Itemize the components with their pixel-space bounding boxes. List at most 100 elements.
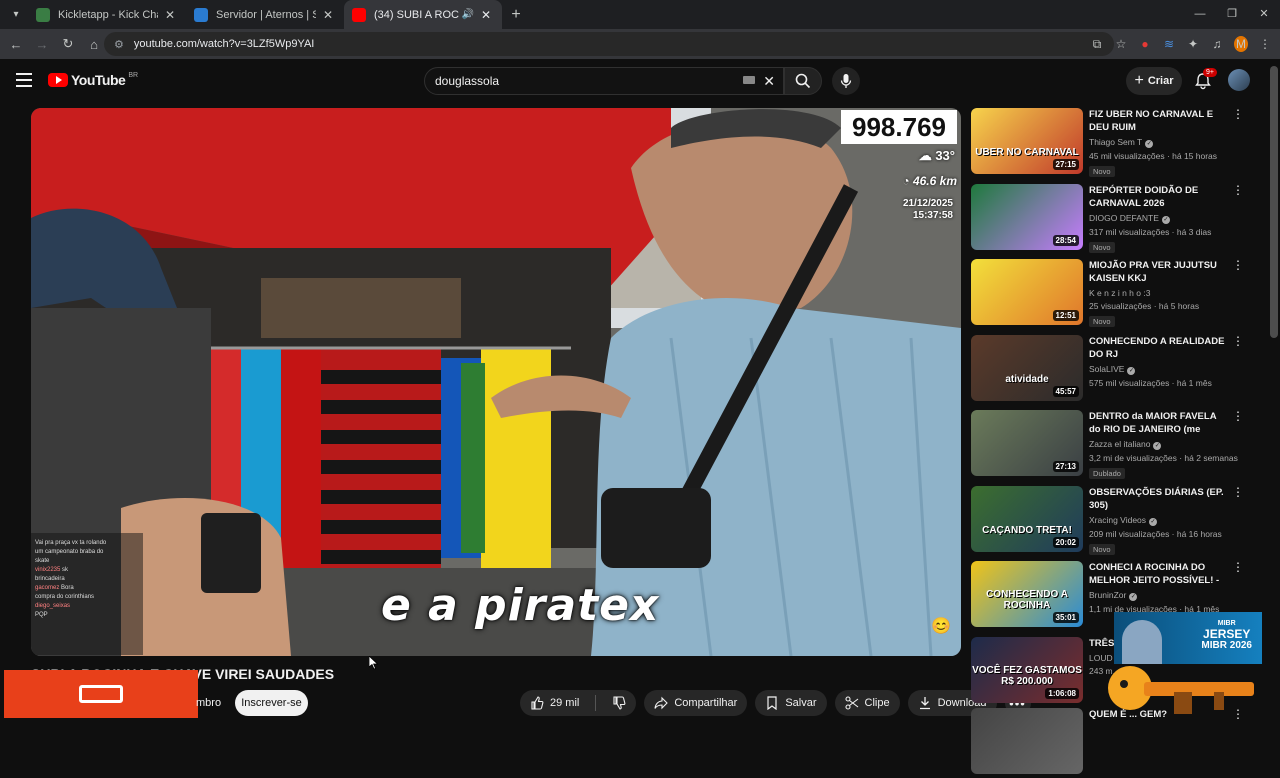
tab-close-icon[interactable]: ✕ [478, 8, 494, 22]
extension-wave-icon[interactable]: ≋ [1162, 37, 1176, 51]
extension-red-icon[interactable]: ● [1138, 37, 1152, 51]
back-icon[interactable]: ← [4, 37, 28, 52]
recommendation-card[interactable]: 12:51 MIOJÃO PRA VER JUJUTSU KAISEN KKJ K … [970, 259, 1260, 329]
search-input[interactable]: douglassola ✕ [424, 67, 784, 95]
more-options-icon[interactable]: ⋮ [1232, 259, 1244, 271]
video-thumbnail[interactable]: VOCÊ FEZ GASTAMOS R$ 200.000 1:06:08 [971, 637, 1083, 703]
dislike-button[interactable] [602, 690, 636, 716]
maximize-icon[interactable]: ❐ [1216, 0, 1248, 29]
more-options-icon[interactable]: ⋮ [1232, 108, 1244, 120]
more-options-icon[interactable]: ⋮ [1232, 184, 1244, 196]
video-title[interactable]: DENTRO da MAIOR FAVELA do RIO DE JANEIRO… [1089, 410, 1229, 436]
verified-check-icon: ✓ [1129, 593, 1138, 601]
home-icon[interactable]: ⌂ [82, 37, 106, 52]
tab-close-icon[interactable]: ✕ [320, 8, 336, 22]
more-options-icon[interactable]: ⋮ [1232, 410, 1244, 422]
channel-name[interactable]: Thiago Sem T ✓ [1089, 137, 1229, 148]
video-thumbnail[interactable]: atividade 45:57 [971, 335, 1083, 401]
video-thumbnail[interactable]: 27:13 [971, 410, 1083, 476]
video-meta: OBSERVAÇÕES DIÁRIAS (EP. 305) Xracing Vid… [1089, 486, 1229, 557]
recommendation-card[interactable]: 27:13 DENTRO da MAIOR FAVELA do RIO DE JA… [970, 410, 1260, 480]
channel-name[interactable]: SolaLIVE ✓ [1089, 364, 1229, 375]
recommendation-card[interactable]: atividade 45:57 CONHECENDO A REALIDADE DO … [970, 335, 1260, 405]
page-scrollbar[interactable] [1270, 66, 1278, 338]
save-button[interactable]: Salvar [755, 690, 827, 716]
video-title[interactable]: CONHECI A ROCINHA DO MELHOR JEITO POSSÍV… [1089, 561, 1229, 587]
profile-avatar[interactable]: M [1234, 36, 1248, 52]
create-button[interactable]: + Criar [1126, 67, 1182, 95]
tab-search-button[interactable]: ▾ [4, 4, 28, 26]
channel-name[interactable]: DIOGO DEFANTE ✓ [1089, 213, 1229, 224]
more-options-icon[interactable]: ⋮ [1232, 561, 1244, 573]
youtube-logo[interactable]: YouTube BR [48, 72, 138, 88]
video-player[interactable]: 998.769 ☁ 33° ◔ 46.6 km 21/12/2025 15:37… [31, 108, 961, 656]
video-badge: Dublado [1089, 468, 1125, 479]
gauge-icon: ◔ [902, 174, 913, 188]
share-button[interactable]: Compartilhar [644, 690, 748, 716]
close-window-icon[interactable]: ✕ [1248, 0, 1280, 29]
video-thumbnail[interactable]: UBER NO CARNAVAL 27:15 [971, 108, 1083, 174]
video-badge: Novo [1089, 242, 1115, 253]
menu-icon[interactable] [16, 73, 32, 87]
recommendation-card[interactable]: QUEM É ... GEM? ⋮ [970, 708, 1260, 778]
video-title[interactable]: CONHECENDO A REALIDADE DO RJ [1089, 335, 1229, 361]
youtube-header: YouTube BR douglassola ✕ + Criar 9+ [0, 59, 1280, 103]
channel-name[interactable]: K e n z i n h o :3 [1089, 288, 1229, 298]
video-badge: Novo [1089, 166, 1115, 177]
bookmark-star-icon[interactable]: ☆ [1114, 37, 1128, 51]
more-options-icon[interactable]: ⋮ [1232, 486, 1244, 498]
like-count: 29 mil [550, 697, 580, 709]
tab-close-icon[interactable]: ✕ [162, 8, 178, 22]
more-options-icon[interactable]: ⋮ [1232, 335, 1244, 347]
keyboard-icon[interactable] [743, 76, 755, 84]
video-title[interactable]: OBSERVAÇÕES DIÁRIAS (EP. 305) [1089, 486, 1229, 512]
verified-check-icon: ✓ [1145, 140, 1154, 148]
datetime-overlay: 21/12/2025 15:37:58 [903, 198, 953, 222]
extensions-puzzle-icon[interactable]: ✦ [1186, 37, 1200, 51]
recommendation-card[interactable]: UBER NO CARNAVAL 27:15 FIZ UBER NO CARNAVA… [970, 108, 1260, 178]
tab-aternos[interactable]: Servidor | Aternos | Servidor de ✕ [186, 0, 344, 29]
install-app-icon[interactable]: ⧉ [1090, 37, 1104, 52]
notification-count-badge: 9+ [1203, 68, 1217, 77]
clear-search-icon[interactable]: ✕ [763, 73, 775, 90]
video-title[interactable]: FIZ UBER NO CARNAVAL E DEU RUIM [1089, 108, 1229, 134]
media-controls-icon[interactable]: ♫ [1210, 37, 1224, 51]
video-thumbnail[interactable]: 12:51 [971, 259, 1083, 325]
microphone-icon [840, 74, 852, 88]
minimize-icon[interactable]: — [1184, 0, 1216, 29]
stream-chat-overlay: Vai pra praça vx ta rolando um campeonat… [31, 533, 143, 655]
chat-line: diego_seixas [35, 603, 71, 609]
site-info-icon[interactable]: ⚙ [114, 38, 124, 51]
video-thumbnail[interactable]: CAÇANDO TRETA! 20:02 [971, 486, 1083, 552]
tab-youtube[interactable]: (34) SUBI A ROCINHA E QU 🔊 ✕ [344, 0, 502, 29]
recommendation-card[interactable]: CAÇANDO TRETA! 20:02 OBSERVAÇÕES DIÁRIAS (… [970, 486, 1260, 556]
chat-line: gacomez Bora [35, 585, 74, 591]
chat-line: skate [35, 558, 50, 564]
subscribe-button[interactable]: Inscrever-se [235, 690, 308, 716]
like-button[interactable]: 29 mil [520, 690, 589, 716]
search-button[interactable] [784, 67, 822, 95]
channel-name[interactable]: BruninZor ✓ [1089, 590, 1229, 601]
video-duration: 27:15 [1052, 159, 1079, 170]
reload-icon[interactable]: ↻ [56, 36, 80, 52]
forward-icon[interactable]: → [30, 37, 54, 52]
video-duration: 1:06:08 [1045, 688, 1079, 699]
clip-button[interactable]: Clipe [834, 690, 900, 716]
join-button-label[interactable]: mbro [196, 697, 221, 709]
video-thumbnail[interactable]: CONHECENDO A ROCINHA 35:01 [971, 561, 1083, 627]
channel-name[interactable]: Zazza el italiano ✓ [1089, 439, 1229, 450]
voice-search-button[interactable] [832, 67, 860, 95]
url-field[interactable]: ⚙ youtube.com/watch?v=3LZf5Wp9YAI [104, 32, 1114, 56]
video-title[interactable]: MIOJÃO PRA VER JUJUTSU KAISEN KKJ [1089, 259, 1229, 285]
like-dislike-group: 29 mil [520, 690, 637, 716]
video-title[interactable]: REPÓRTER DOIDÃO DE CARNAVAL 2026 [1089, 184, 1229, 210]
video-thumbnail[interactable]: 28:54 [971, 184, 1083, 250]
browser-menu-icon[interactable]: ⋮ [1258, 37, 1272, 51]
video-thumbnail[interactable] [971, 708, 1083, 774]
tab-kicklet[interactable]: Kickletapp - Kick Chatbot and ✕ [28, 0, 186, 29]
recommendation-card[interactable]: 28:54 REPÓRTER DOIDÃO DE CARNAVAL 2026 DIO… [970, 184, 1260, 254]
account-avatar[interactable] [1228, 69, 1250, 91]
new-tab-button[interactable]: + [502, 6, 530, 24]
channel-name[interactable]: Xracing Videos ✓ [1089, 515, 1229, 526]
audio-playing-icon[interactable]: 🔊 [462, 9, 474, 20]
